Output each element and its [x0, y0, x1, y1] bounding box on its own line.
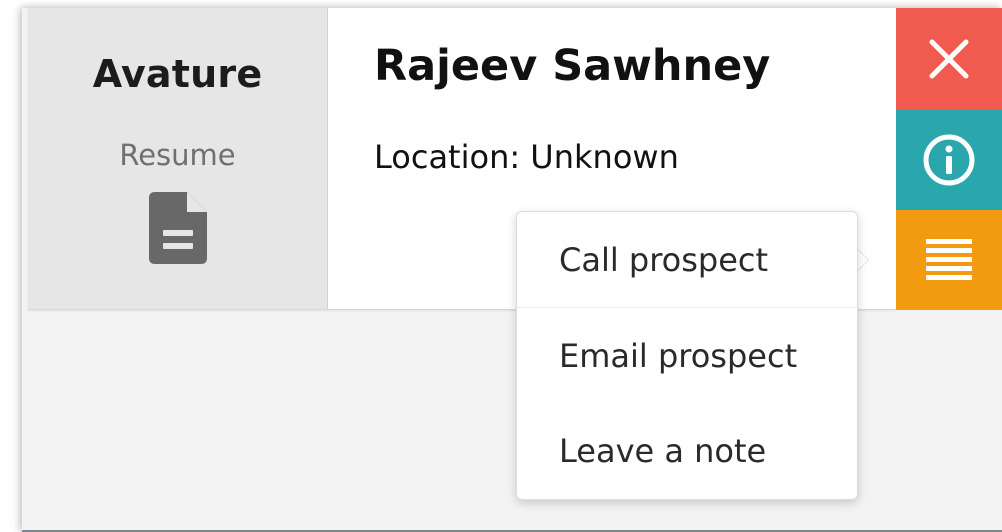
resume-panel[interactable]: Avature Resume	[28, 8, 328, 309]
prospect-name: Rajeev Sawhney	[374, 41, 771, 91]
menu-item-email-prospect[interactable]: Email prospect	[517, 308, 857, 404]
close-icon	[929, 39, 969, 78]
document-icon[interactable]	[149, 192, 207, 264]
close-button[interactable]	[896, 8, 1002, 109]
info-icon	[923, 134, 975, 185]
menu-item-call-prospect[interactable]: Call prospect	[517, 212, 857, 308]
menu-button[interactable]	[896, 210, 1002, 310]
info-button[interactable]	[896, 109, 1002, 210]
prospect-location: Location: Unknown	[374, 138, 679, 176]
resume-label: Resume	[119, 138, 236, 172]
actions-dropdown-menu: Call prospect Email prospect Leave a not…	[516, 211, 858, 500]
menu-item-leave-note[interactable]: Leave a note	[517, 403, 857, 499]
extension-panel: Avature Resume Rajeev Sawhney Location: …	[22, 8, 1002, 532]
brand-logo-text: Avature	[92, 52, 263, 96]
menu-icon	[926, 239, 972, 280]
